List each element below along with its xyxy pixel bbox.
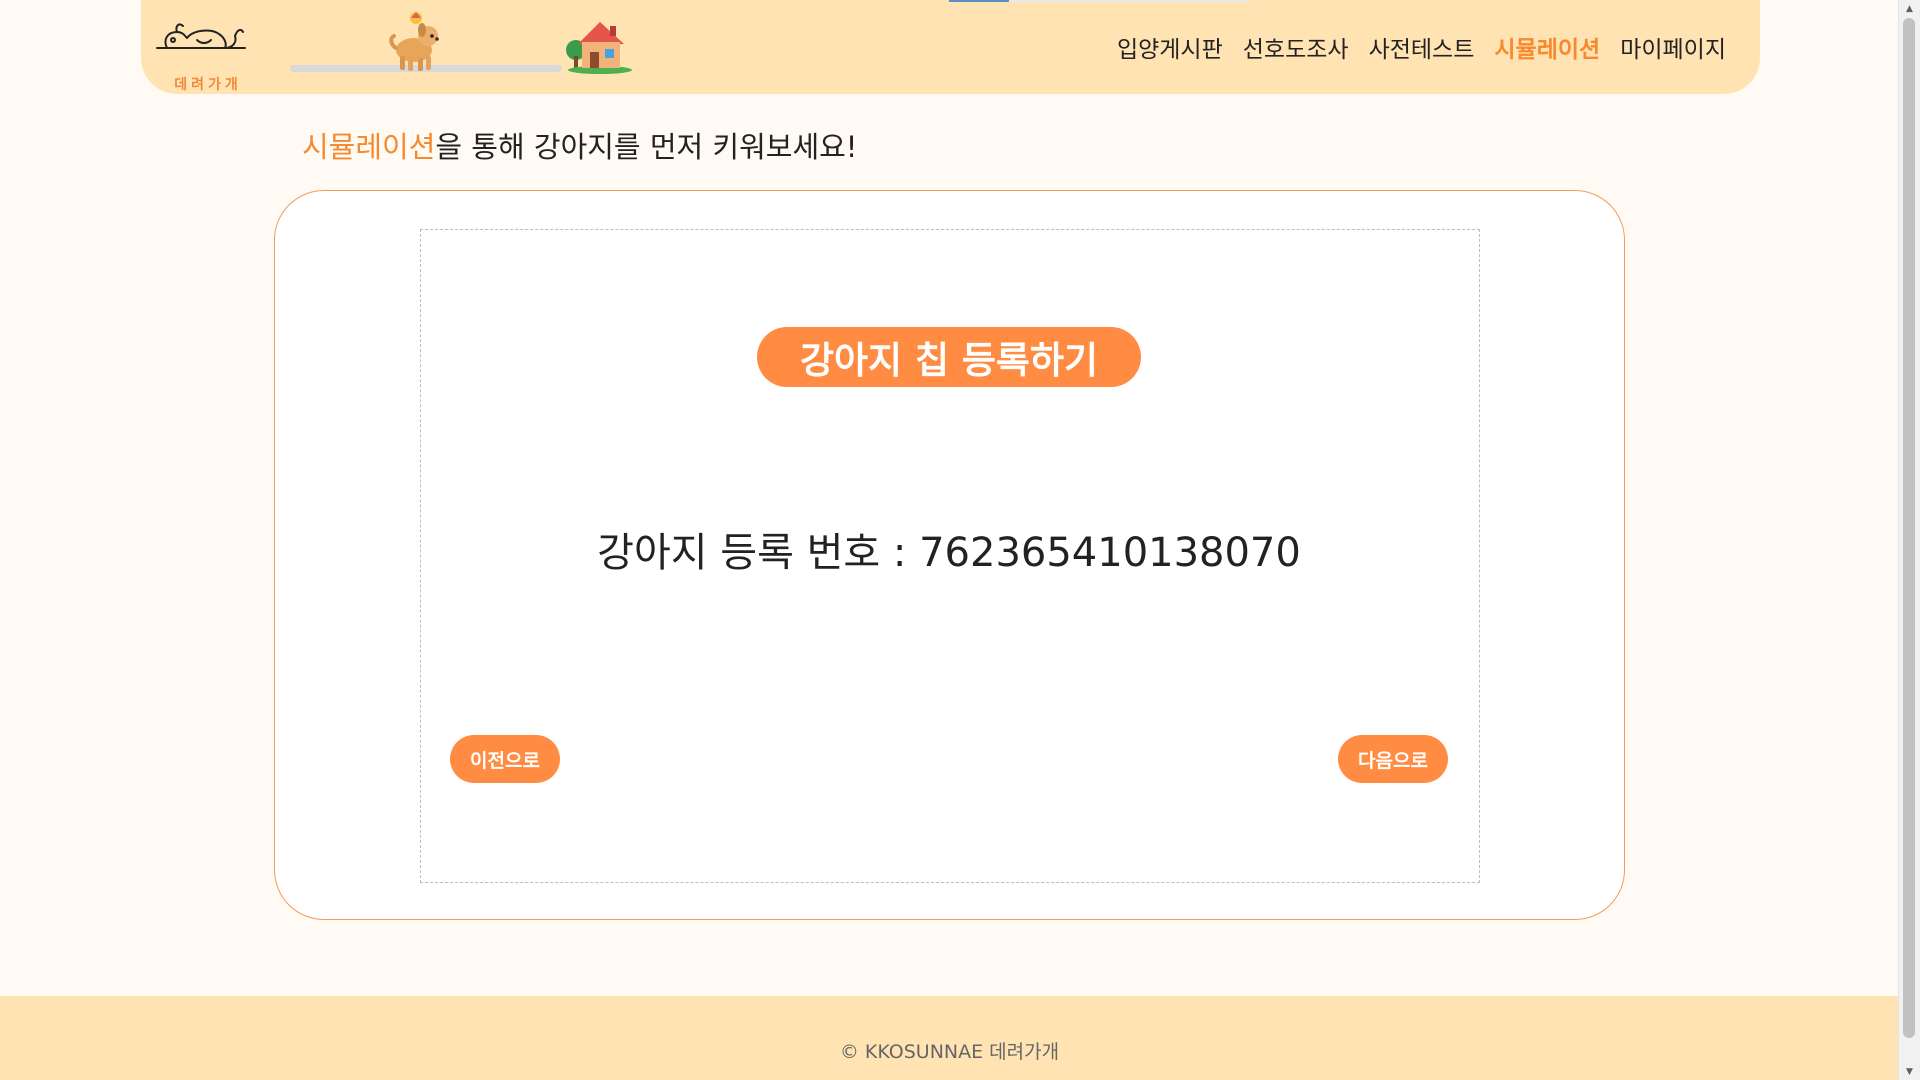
scroll-up-arrow-icon[interactable]: ▲ [1899,0,1920,17]
scroll-thumb[interactable] [1903,18,1915,1038]
registration-info: 강아지 등록 번호 : 762365410138070 [420,520,1478,578]
nav-adoption-board[interactable]: 입양게시판 [1117,30,1223,64]
nav-preference-survey[interactable]: 선호도조사 [1243,30,1349,64]
dog-icon [386,10,448,74]
step-title: 강아지 칩 등록하기 [757,327,1141,387]
registration-label: 강아지 등록 번호 : [597,530,920,576]
vertical-scrollbar[interactable]: ▲ ▼ [1898,0,1920,1080]
headline-accent: 시뮬레이션 [302,130,436,164]
page-headline: 시뮬레이션을 통해 강아지를 먼저 키워보세요! [302,124,857,166]
nav-pre-test[interactable]: 사전테스트 [1369,30,1475,64]
next-button[interactable]: 다음으로 [1338,735,1448,783]
site-header: 데려가개 입양게시판 선호도조사 사전테스트 시뮬레이션 마이페이지 [141,0,1760,94]
nav-my-page[interactable]: 마이페이지 [1620,30,1726,64]
logo-link[interactable]: 데려가개 [153,14,249,93]
registration-number: 762365410138070 [919,530,1301,576]
nav-simulation[interactable]: 시뮬레이션 [1494,30,1600,64]
footer-copyright: © KKOSUNNAE 데려가개 [839,1041,1060,1063]
top-indicator [949,0,1249,2]
previous-button[interactable]: 이전으로 [450,735,560,783]
house-icon [564,16,632,74]
sleeping-dog-icon [156,23,246,49]
headline-text: 을 통해 강아지를 먼저 키워보세요! [435,130,858,164]
page: 데려가개 입양게시판 선호도조사 사전테스트 시뮬레이션 마이페이지 시뮬레이션… [0,0,1899,1080]
main-nav: 입양게시판 선호도조사 사전테스트 시뮬레이션 마이페이지 [1117,30,1726,64]
scroll-down-arrow-icon[interactable]: ▼ [1899,1063,1920,1080]
logo-text: 데려가개 [174,77,242,93]
